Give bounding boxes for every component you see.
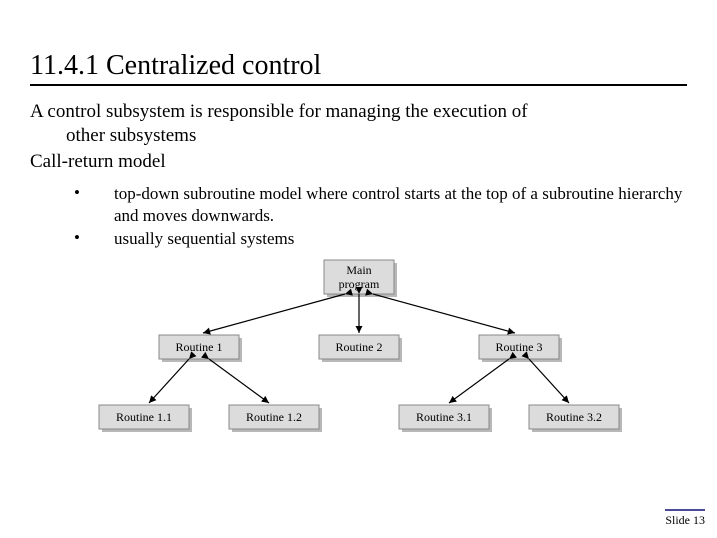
node-main-1: Main [346, 263, 371, 277]
node-r31: Routine 3.1 [416, 410, 472, 424]
node-r32: Routine 3.2 [546, 410, 602, 424]
bullet-mark: • [74, 228, 114, 249]
node-r11: Routine 1.1 [116, 410, 172, 424]
para1-l1: A control subsystem is responsible for m… [30, 101, 528, 122]
slide-title: 11.4.1 Centralized control [30, 50, 687, 86]
node-main-2: program [338, 277, 379, 291]
node-r2: Routine 2 [335, 340, 382, 354]
bullet-mark: • [74, 183, 114, 226]
list-item: • usually sequential systems [74, 228, 687, 249]
node-r1: Routine 1 [175, 340, 222, 354]
bullet-list: • top-down subroutine model where contro… [74, 183, 687, 249]
bullet-text: top-down subroutine model where control … [114, 183, 687, 226]
node-r12: Routine 1.2 [246, 410, 302, 424]
body-para-1: A control subsystem is responsible for m… [30, 100, 687, 148]
node-r3: Routine 3 [495, 340, 542, 354]
hierarchy-diagram: Main program Routine 1 Routine 2 Routine… [69, 255, 649, 445]
body-para-2: Call-return model [30, 150, 687, 174]
para1-l2: other subsystems [30, 124, 687, 148]
slide-number: Slide 13 [665, 509, 705, 528]
bullet-text: usually sequential systems [114, 228, 687, 249]
list-item: • top-down subroutine model where contro… [74, 183, 687, 226]
